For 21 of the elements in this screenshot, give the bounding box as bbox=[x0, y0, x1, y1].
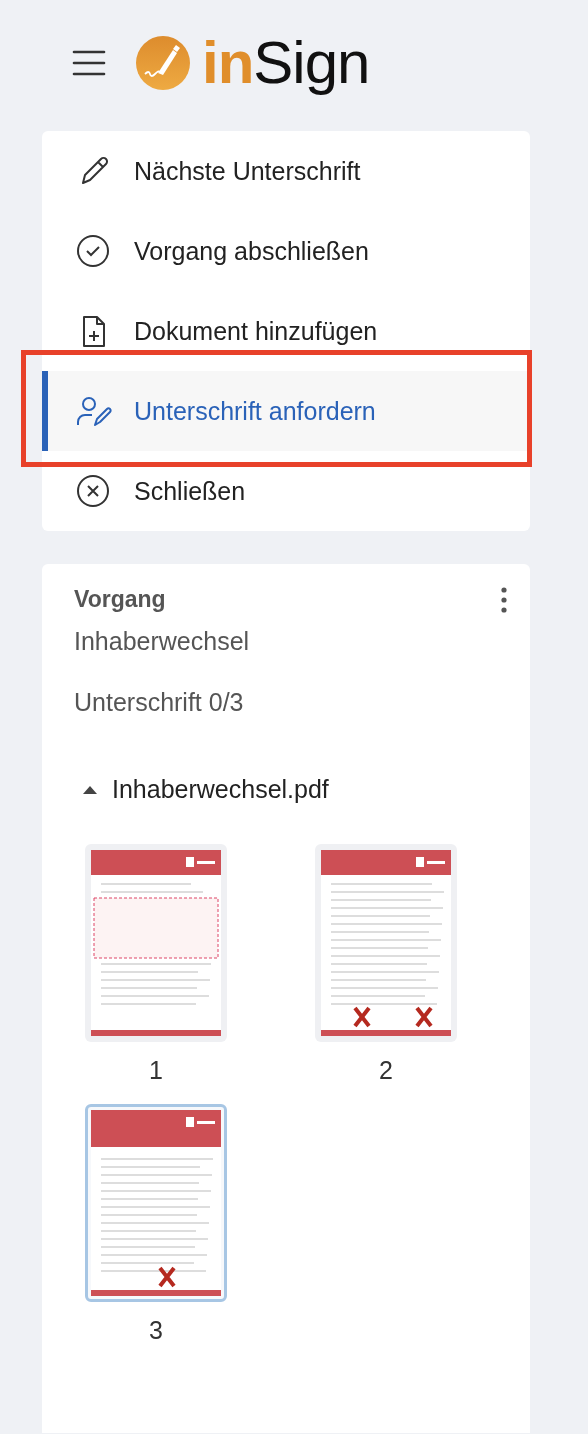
close-icon bbox=[76, 474, 112, 508]
user-pen-icon bbox=[76, 394, 112, 428]
more-icon[interactable] bbox=[500, 586, 508, 613]
menu-item[interactable]: Nächste Unterschrift bbox=[42, 131, 530, 211]
menu-item[interactable]: Dokument hinzufügen bbox=[42, 291, 530, 371]
page-number: 2 bbox=[379, 1056, 393, 1085]
pen-logo-icon bbox=[136, 35, 190, 90]
page-number: 1 bbox=[149, 1056, 163, 1085]
logo-text: Sign bbox=[253, 32, 370, 93]
menu-item[interactable]: Vorgang abschließen bbox=[42, 211, 530, 291]
check-circle-icon bbox=[76, 234, 112, 268]
logo-text: in bbox=[202, 32, 254, 93]
page-number: 3 bbox=[149, 1316, 163, 1345]
menu-item[interactable]: Unterschrift anfordern bbox=[42, 371, 530, 451]
section-title: Vorgang bbox=[74, 586, 166, 613]
caret-icon bbox=[82, 784, 98, 795]
document-toggle[interactable]: Inhaberwechsel.pdf bbox=[82, 775, 329, 804]
menu-item[interactable]: Schließen bbox=[42, 451, 530, 531]
process-name: Inhaberwechsel bbox=[74, 627, 251, 656]
signature-status: Unterschrift 0/3 bbox=[74, 688, 245, 717]
menu-icon[interactable] bbox=[72, 49, 106, 76]
